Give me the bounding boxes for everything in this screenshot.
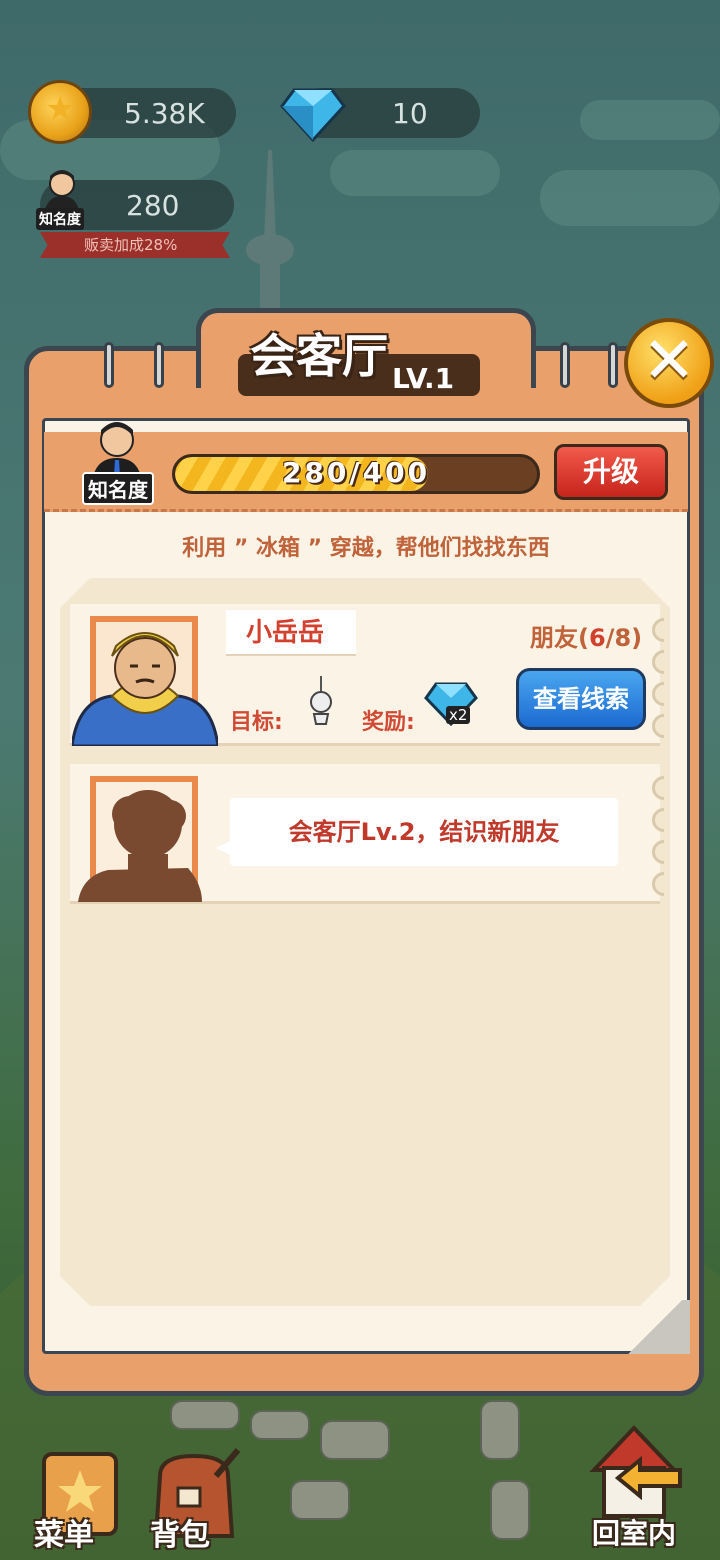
return-indoors-button[interactable]: 回室内 (580, 1420, 696, 1556)
gem-value: 10 (392, 96, 428, 130)
reward-multiplier: x2 (446, 706, 471, 724)
friend-name: 小岳岳 (226, 610, 356, 656)
house-return-icon (589, 1425, 682, 1518)
upgrade-button[interactable]: 升级 (554, 444, 668, 500)
binder-ring (104, 342, 114, 388)
close-icon: ✕ (642, 324, 696, 398)
diamond-icon (280, 88, 346, 142)
sales-bonus-ribbon: 贩卖加成28% (40, 232, 230, 258)
friend-portrait[interactable] (72, 620, 218, 746)
reward-label: 奖励: (362, 710, 415, 735)
coin-value: 5.38K (124, 96, 205, 130)
panel-level: LV.1 (392, 362, 455, 395)
view-clues-button[interactable]: 查看线索 (516, 668, 646, 730)
path-stone (320, 1420, 390, 1460)
close-button[interactable]: ✕ (624, 318, 714, 408)
binder-ring (560, 342, 570, 388)
target-item-icon (310, 676, 332, 725)
backpack-label: 背包 (150, 1518, 210, 1553)
unlock-hint-bubble: 会客厅Lv.2，结识新朋友 (216, 798, 618, 866)
binder-ring (154, 342, 164, 388)
path-stone (480, 1400, 520, 1460)
target-label: 目标: (230, 710, 283, 735)
binder-ring (608, 342, 618, 388)
fame-value: 280 (126, 188, 180, 222)
path-stone (250, 1410, 310, 1440)
page-curl (620, 1300, 690, 1354)
fame-tag: 知名度 (82, 472, 154, 505)
coin-icon (28, 80, 92, 144)
cloud (580, 100, 720, 140)
menu-label: 菜单 (34, 1518, 94, 1553)
friends-count: 朋友(6/8) (530, 624, 643, 652)
path-stone (290, 1480, 350, 1520)
fame-tag: 知名度 (36, 208, 84, 230)
backpack-button[interactable]: 背包 (140, 1446, 250, 1558)
path-stone (170, 1400, 240, 1430)
path-stone (490, 1480, 530, 1540)
cloud (330, 150, 500, 196)
locked-friend-silhouette (78, 790, 202, 902)
cloud (540, 170, 720, 226)
panel-hint: 利用 ” 冰箱 ” 穿越，帮他们找找东西 (182, 536, 550, 561)
menu-button[interactable]: 菜单 (28, 1448, 128, 1558)
return-indoors-label: 回室内 (592, 1517, 677, 1550)
fame-progress-text: 280/400 (281, 456, 431, 489)
panel-title: 会客厅 (250, 329, 388, 383)
